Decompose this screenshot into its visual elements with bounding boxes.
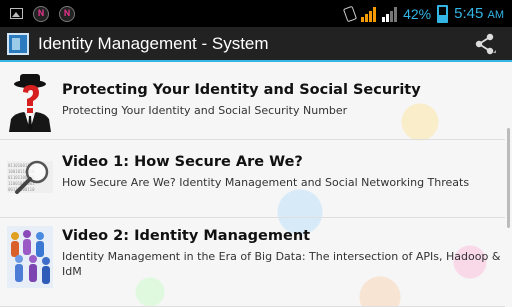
item-subtitle: Identity Management in the Era of Big Da…: [62, 250, 501, 278]
app-icon[interactable]: [7, 32, 29, 55]
question-mark-man-icon: [9, 74, 51, 132]
gallery-notification-icon: [10, 8, 23, 19]
item-subtitle: How Secure Are We? Identity Management a…: [62, 176, 470, 189]
magnifying-glass-icon: 0110100110110010110010 01101100110110010…: [7, 160, 53, 194]
second-signal-icon: [382, 6, 398, 22]
list-item[interactable]: 01101001101 10010110010 01101100110 110010…: [0, 140, 505, 218]
item-title: Video 2: Identity Management: [62, 228, 311, 244]
list-item[interactable]: Video 2: Identity Management Identity Ma…: [0, 218, 505, 307]
signal-strength-icon: [361, 6, 377, 22]
action-bar: Identity Management - System: [0, 27, 512, 62]
notification-badge-1: N: [33, 5, 49, 22]
item-subtitle: Protecting Your Identity and Social Secu…: [62, 104, 348, 117]
item-title: Video 1: How Secure Are We?: [62, 154, 303, 170]
share-icon[interactable]: [474, 33, 496, 55]
item-title: Protecting Your Identity and Social Secu…: [62, 82, 421, 98]
vibrate-icon: [343, 5, 358, 22]
clock-time: 5:45 AM: [454, 5, 504, 22]
list-item[interactable]: Protecting Your Identity and Social Secu…: [0, 62, 505, 140]
content-list: Protecting Your Identity and Social Secu…: [0, 62, 512, 307]
people-group-icon: [7, 226, 53, 288]
scrollbar[interactable]: [507, 128, 510, 228]
status-bar: N N 42% 5:45 AM: [0, 0, 512, 27]
page-title: Identity Management - System: [38, 33, 269, 53]
battery-icon: [437, 4, 449, 23]
battery-percent: 42%: [403, 5, 432, 22]
notification-badge-2: N: [59, 5, 75, 22]
